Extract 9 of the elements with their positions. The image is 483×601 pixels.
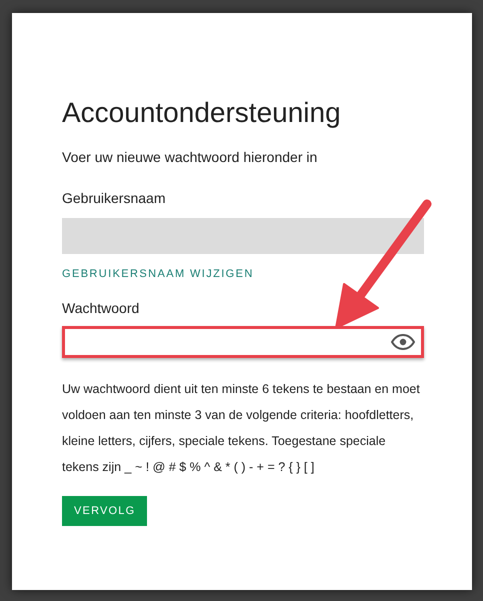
field-label: Gebruikersnaam (62, 190, 166, 206)
password-field[interactable] (62, 326, 424, 358)
field-label: Wachtwoord (62, 300, 140, 316)
eye-icon[interactable] (391, 334, 415, 350)
subtitle: Voer uw nieuwe wachtwoord hieronder in (62, 149, 318, 165)
password-requirements: Uw wachtwoord dient uit ten minste 6 tekens te bestaan en moet voldoen aan ten minste 3 van de volgende criteria: hoofdletters, kleine letters, cijfers, speciale tekens. Toegestane speciale tekens zijn _ ~ ! @ # $ % ^ & * ( ) - + = ? { } [ ] (62, 381, 421, 476)
continue-button[interactable]: VERVOLG (62, 496, 148, 526)
page-title: Accountondersteuning (62, 97, 342, 129)
change-username-link[interactable]: GEBRUIKERSNAAM WIJZIGEN (62, 268, 254, 280)
